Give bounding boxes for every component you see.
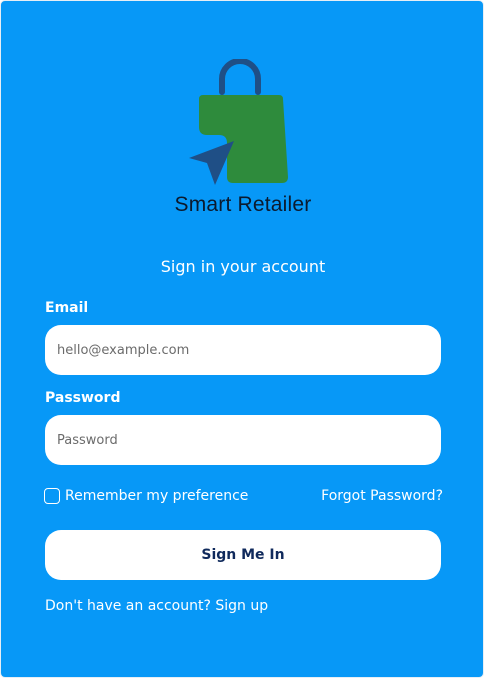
brand-name: Smart Retailer xyxy=(174,193,312,216)
forgot-password-link[interactable]: Forgot Password? xyxy=(321,488,443,504)
remember-preference[interactable]: Remember my preference xyxy=(44,488,248,504)
page-title: Sign in your account xyxy=(160,257,326,276)
signup-prompt: Don't have an account? Sign up xyxy=(45,598,268,614)
login-card: Smart Retailer Sign in your account Emai… xyxy=(0,0,484,678)
remember-label: Remember my preference xyxy=(65,488,249,504)
remember-checkbox[interactable] xyxy=(44,488,60,504)
signup-prompt-text: Don't have an account? xyxy=(45,598,211,614)
sign-in-button[interactable]: Sign Me In xyxy=(45,530,441,580)
password-field[interactable] xyxy=(45,415,441,465)
password-label: Password xyxy=(45,390,121,406)
shopping-bag-cursor-icon xyxy=(189,59,288,185)
email-field[interactable] xyxy=(45,325,441,375)
email-label: Email xyxy=(45,300,89,316)
signup-link[interactable]: Sign up xyxy=(215,598,268,614)
